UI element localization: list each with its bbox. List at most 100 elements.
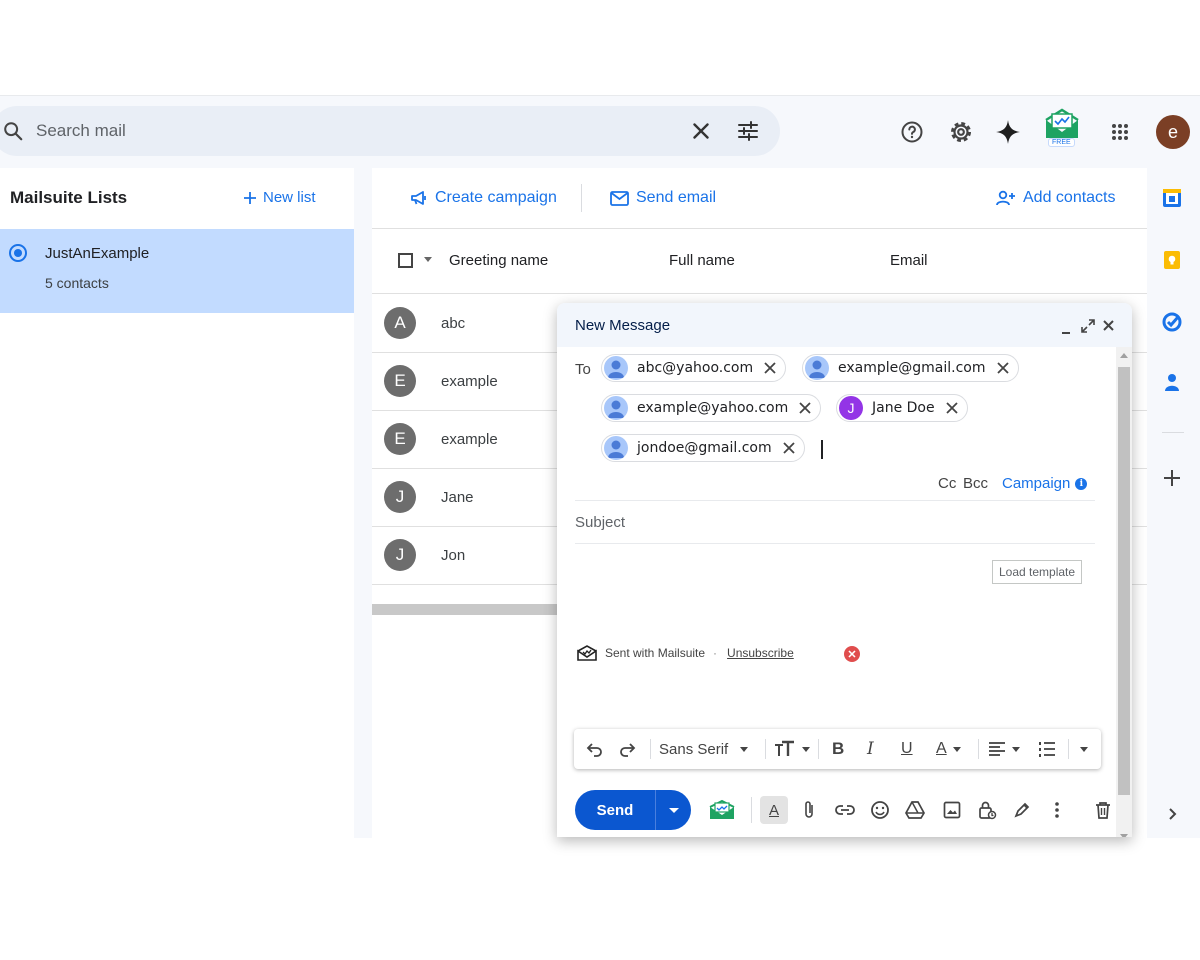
recipient-chip[interactable]: J Jane Doe bbox=[836, 394, 968, 422]
search-icon[interactable] bbox=[2, 120, 24, 142]
contact-avatar: A bbox=[384, 307, 416, 339]
emoji-icon[interactable] bbox=[868, 798, 892, 822]
add-contacts-button[interactable]: Add contacts bbox=[996, 189, 1116, 207]
remove-recipient-icon[interactable] bbox=[945, 401, 959, 415]
attach-icon[interactable] bbox=[797, 798, 821, 822]
send-divider bbox=[655, 790, 656, 830]
recipient-chip[interactable]: abc@yahoo.com bbox=[601, 354, 787, 382]
help-icon[interactable] bbox=[898, 118, 926, 146]
toolbar-divider bbox=[751, 797, 752, 823]
recipient-email: jondoe@gmail.com bbox=[637, 440, 772, 456]
person-icon bbox=[604, 436, 628, 460]
create-campaign-button[interactable]: Create campaign bbox=[410, 189, 557, 207]
align-icon[interactable] bbox=[988, 738, 1020, 760]
scrollbar-thumb[interactable] bbox=[1118, 367, 1130, 795]
search-input[interactable]: Search mail bbox=[36, 121, 126, 141]
chevron-down-icon[interactable] bbox=[424, 257, 432, 262]
recipient-chip[interactable]: example@yahoo.com bbox=[601, 394, 822, 422]
select-all-checkbox[interactable] bbox=[398, 253, 413, 268]
chevron-down-icon bbox=[740, 746, 749, 752]
recipient-chip[interactable]: jondoe@gmail.com bbox=[601, 434, 805, 462]
chevron-right-icon[interactable] bbox=[1160, 802, 1184, 826]
bcc-button[interactable]: Bcc bbox=[963, 475, 988, 492]
underline-icon[interactable]: U bbox=[901, 738, 913, 760]
confidential-mode-icon[interactable] bbox=[975, 798, 999, 822]
gemini-spark-icon[interactable] bbox=[994, 118, 1022, 146]
insert-photo-icon[interactable] bbox=[940, 798, 964, 822]
text-color-icon[interactable]: A bbox=[936, 738, 961, 760]
plus-icon[interactable] bbox=[1160, 466, 1184, 490]
compose-title: New Message bbox=[575, 317, 671, 334]
font-family-select[interactable]: Sans Serif bbox=[659, 738, 749, 760]
apps-grid-icon[interactable] bbox=[1106, 118, 1134, 146]
scroll-down-icon[interactable] bbox=[1120, 834, 1128, 837]
toolbar-divider bbox=[1068, 739, 1069, 759]
chevron-down-icon bbox=[952, 746, 961, 752]
remove-recipient-icon[interactable] bbox=[763, 361, 777, 375]
compose-header: New Message bbox=[557, 303, 1132, 347]
greeting-name-cell: example bbox=[441, 373, 498, 390]
info-icon[interactable]: i bbox=[1075, 477, 1088, 490]
expand-icon[interactable] bbox=[1081, 319, 1095, 333]
bold-icon[interactable]: B bbox=[832, 738, 844, 760]
recipient-chip[interactable]: example@gmail.com bbox=[802, 354, 1019, 382]
formatting-options-icon[interactable]: A bbox=[760, 796, 788, 824]
to-label: To bbox=[575, 361, 591, 378]
side-panel-rail bbox=[1148, 168, 1200, 838]
remove-recipient-icon[interactable] bbox=[782, 441, 796, 455]
cc-button[interactable]: Cc bbox=[938, 475, 956, 492]
font-size-icon[interactable] bbox=[774, 738, 810, 760]
horizontal-scrollbar[interactable] bbox=[372, 604, 572, 615]
close-icon[interactable] bbox=[688, 118, 714, 144]
discard-draft-icon[interactable] bbox=[1091, 798, 1115, 822]
schedule-send-dropdown-icon[interactable] bbox=[669, 808, 679, 813]
numbered-list-icon[interactable] bbox=[1038, 738, 1056, 760]
column-email[interactable]: Email bbox=[890, 252, 928, 269]
signature-pen-icon[interactable] bbox=[1010, 798, 1034, 822]
italic-icon[interactable]: I bbox=[867, 738, 874, 760]
column-greeting-name[interactable]: Greeting name bbox=[449, 252, 548, 269]
new-list-button[interactable]: New list bbox=[243, 189, 316, 206]
list-radio[interactable] bbox=[9, 244, 27, 262]
toolbar-divider bbox=[765, 739, 766, 759]
search-bar[interactable]: Search mail bbox=[0, 106, 780, 156]
more-formatting-icon[interactable] bbox=[1078, 738, 1088, 760]
mailsuite-signature-icon bbox=[577, 645, 597, 661]
scroll-up-icon[interactable] bbox=[1120, 353, 1128, 358]
load-template-button[interactable]: Load template bbox=[992, 560, 1083, 584]
send-email-button[interactable]: Send email bbox=[610, 189, 716, 207]
undo-icon[interactable] bbox=[586, 738, 604, 760]
subject-input[interactable]: Subject bbox=[575, 514, 625, 531]
account-avatar[interactable]: e bbox=[1156, 115, 1190, 149]
subject-divider bbox=[575, 543, 1095, 544]
send-button[interactable]: Send bbox=[575, 790, 691, 830]
more-options-icon[interactable] bbox=[1045, 798, 1069, 822]
recipient-avatar-letter: J bbox=[839, 396, 863, 420]
mailsuite-signature: Sent with Mailsuite · Unsubscribe ✕ bbox=[577, 645, 860, 662]
new-list-label: New list bbox=[263, 189, 316, 206]
remove-recipient-icon[interactable] bbox=[996, 361, 1010, 375]
list-item-justanexample[interactable]: JustAnExample 5 contacts bbox=[0, 229, 354, 313]
mailsuite-icon[interactable] bbox=[707, 798, 737, 822]
compose-scrollbar[interactable] bbox=[1116, 347, 1132, 837]
settings-icon[interactable] bbox=[947, 118, 975, 146]
link-icon[interactable] bbox=[833, 798, 857, 822]
contact-avatar: J bbox=[384, 539, 416, 571]
add-person-icon bbox=[996, 190, 1015, 206]
keep-icon[interactable] bbox=[1160, 248, 1184, 272]
campaign-button[interactable]: Campaign i bbox=[1002, 475, 1088, 492]
redo-icon[interactable] bbox=[618, 738, 636, 760]
remove-signature-icon[interactable]: ✕ bbox=[844, 646, 860, 662]
column-full-name[interactable]: Full name bbox=[669, 252, 735, 269]
close-icon[interactable] bbox=[1102, 319, 1115, 332]
unsubscribe-link[interactable]: Unsubscribe bbox=[727, 646, 794, 660]
contacts-icon[interactable] bbox=[1160, 370, 1184, 394]
minimize-icon[interactable] bbox=[1061, 323, 1073, 335]
tasks-icon[interactable] bbox=[1160, 310, 1184, 334]
remove-recipient-icon[interactable] bbox=[798, 401, 812, 415]
free-badge: FREE bbox=[1048, 138, 1075, 147]
calendar-icon[interactable] bbox=[1160, 186, 1184, 210]
search-options-icon[interactable] bbox=[736, 119, 760, 143]
list-name: JustAnExample bbox=[45, 245, 150, 262]
drive-icon[interactable] bbox=[903, 798, 927, 822]
